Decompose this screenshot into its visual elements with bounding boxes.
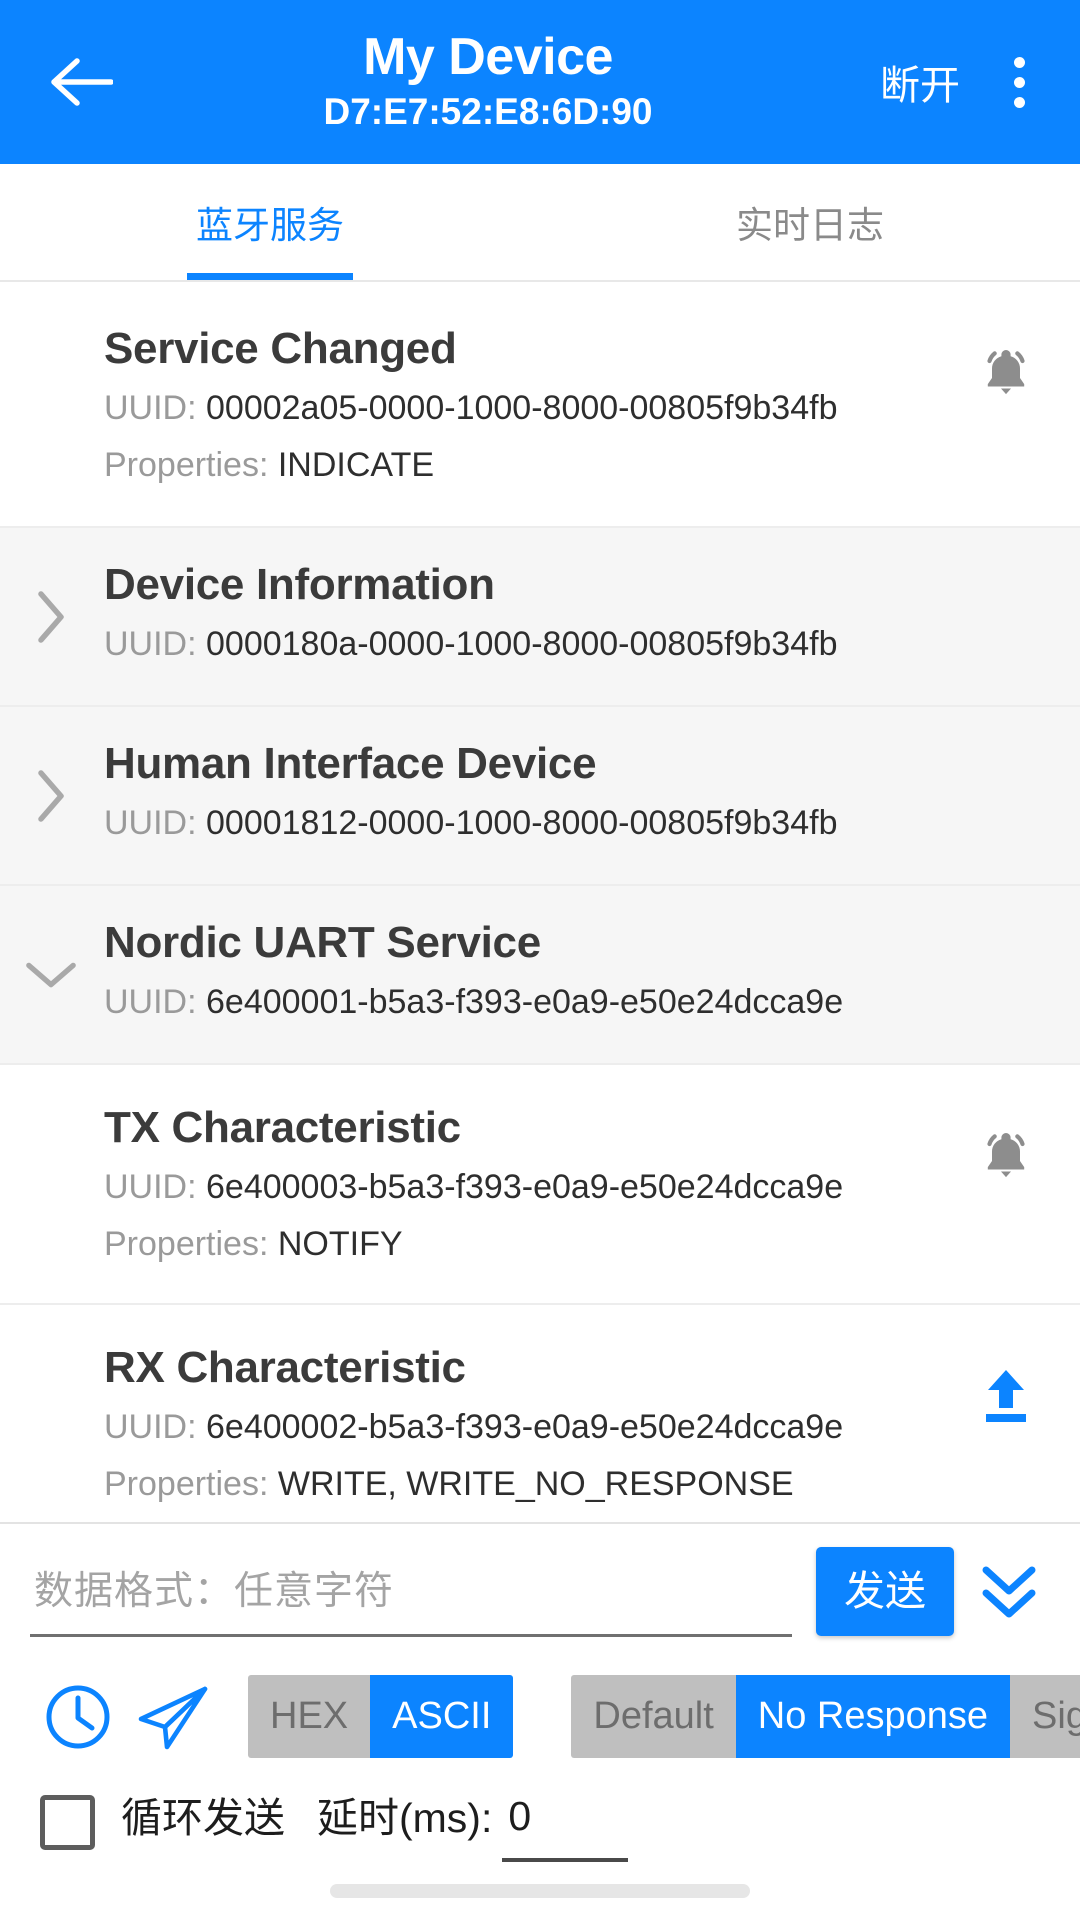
properties-value: WRITE, WRITE_NO_RESPONSE: [277, 1465, 794, 1504]
characteristic-name: TX Characteristic: [104, 1103, 461, 1153]
upload-icon: [986, 1370, 1026, 1423]
uuid-value: 6e400001-b5a3-f393-e0a9-e50e24dcca9e: [206, 982, 844, 1021]
data-input-field[interactable]: 数据格式：任意字符: [30, 1546, 792, 1637]
system-navigation-bar: [0, 1862, 1080, 1920]
write-mode-signed[interactable]: Signed: [1010, 1675, 1080, 1758]
tab-label: 蓝牙服务: [196, 205, 344, 246]
properties-label: Properties:: [104, 1225, 269, 1264]
properties-value: NOTIFY: [277, 1225, 403, 1264]
characteristic-name: Service Changed: [104, 324, 457, 373]
overflow-menu-button[interactable]: [984, 34, 1054, 130]
write-mode-default[interactable]: Default: [571, 1675, 736, 1758]
composer-option-row: 循环发送 延时(ms): 0: [0, 1775, 1080, 1862]
gatt-list[interactable]: Service Changed UUID: 00002a05-0000-1000…: [0, 282, 1080, 1522]
arrow-left-icon: [51, 58, 113, 106]
chevron-right-icon: [38, 591, 64, 643]
service-uuid-line: UUID: 00001812-0000-1000-8000-00805f9b34…: [104, 799, 1046, 848]
uuid-label: UUID:: [104, 982, 197, 1021]
composer-input-row: 数据格式：任意字符 发送: [0, 1524, 1080, 1653]
list-item[interactable]: RX Characteristic UUID: 6e400002-b5a3-f3…: [0, 1305, 1080, 1522]
expand-toggle[interactable]: [24, 590, 78, 644]
list-item[interactable]: Human Interface Device UUID: 00001812-00…: [0, 707, 1080, 887]
chevron-right-icon: [38, 769, 64, 822]
write-mode-segmented-control: Default No Response Signed: [571, 1675, 1080, 1758]
history-button[interactable]: [30, 1669, 126, 1765]
list-item[interactable]: TX Characteristic UUID: 6e400003-b5a3-f3…: [0, 1065, 1080, 1306]
service-name: Device Information: [104, 560, 495, 610]
collapse-toggle[interactable]: [24, 948, 78, 1002]
tab-realtime-log[interactable]: 实时日志: [540, 164, 1080, 280]
format-option-ascii[interactable]: ASCII: [370, 1675, 514, 1758]
delay-label: 延时(ms):: [317, 1794, 493, 1841]
expand-composer-button[interactable]: [966, 1548, 1052, 1634]
app-screen: My Device D7:E7:52:E8:6D:90 断开 蓝牙服务 实时日志…: [0, 0, 1080, 1920]
uuid-value: 00002a05-0000-1000-8000-00805f9b34fb: [206, 388, 838, 427]
more-vertical-icon: [1013, 76, 1025, 88]
uuid-label: UUID:: [104, 388, 197, 427]
title-block: My Device D7:E7:52:E8:6D:90: [110, 29, 866, 135]
characteristic-name: RX Characteristic: [104, 1343, 466, 1393]
list-item[interactable]: Device Information UUID: 0000180a-0000-1…: [0, 528, 1080, 708]
uuid-value: 6e400003-b5a3-f393-e0a9-e50e24dcca9e: [206, 1167, 844, 1206]
service-uuid-line: UUID: 6e400001-b5a3-f393-e0a9-e50e24dcca…: [104, 978, 1046, 1027]
properties-value: INDICATE: [277, 445, 435, 484]
format-option-hex[interactable]: HEX: [248, 1675, 371, 1758]
data-format-segmented-control: HEX ASCII: [248, 1675, 514, 1758]
tab-bluetooth-services[interactable]: 蓝牙服务: [0, 164, 540, 280]
write-mode-no-response[interactable]: No Response: [735, 1675, 1011, 1758]
uuid-value: 6e400002-b5a3-f393-e0a9-e50e24dcca9e: [206, 1408, 844, 1447]
expand-toggle[interactable]: [24, 769, 78, 823]
properties-label: Properties:: [104, 1465, 269, 1504]
quick-send-button[interactable]: [126, 1669, 222, 1765]
chevron-down-icon: [26, 962, 76, 987]
service-name: Human Interface Device: [104, 739, 597, 789]
uuid-label: UUID:: [104, 1408, 197, 1447]
list-item[interactable]: Nordic UART Service UUID: 6e400001-b5a3-…: [0, 886, 1080, 1066]
characteristic-uuid-line: UUID: 6e400002-b5a3-f393-e0a9-e50e24dcca…: [104, 1403, 1046, 1452]
tab-bar: 蓝牙服务 实时日志: [0, 164, 1080, 282]
characteristic-uuid-line: UUID: 6e400003-b5a3-f393-e0a9-e50e24dcca…: [104, 1163, 1046, 1212]
bell-ring-icon: [987, 1133, 1025, 1178]
gesture-pill: [330, 1884, 750, 1898]
loop-send-label: 循环发送: [121, 1794, 285, 1841]
list-item[interactable]: Service Changed UUID: 00002a05-0000-1000…: [0, 282, 1080, 529]
uuid-label: UUID:: [104, 1167, 197, 1206]
characteristic-properties-line: Properties: INDICATE: [104, 441, 1046, 490]
characteristic-uuid-line: UUID: 00002a05-0000-1000-8000-00805f9b34…: [104, 384, 1046, 433]
data-input-placeholder: 数据格式：任意字符: [34, 1569, 395, 1613]
loop-send-checkbox[interactable]: [40, 1794, 95, 1850]
disconnect-button[interactable]: 断开: [866, 43, 974, 121]
double-chevron-down-icon: [982, 1566, 1036, 1618]
composer-panel: 数据格式：任意字符 发送 HEX ASCII Default No Respon…: [0, 1521, 1080, 1862]
notify-toggle-button[interactable]: [968, 334, 1044, 410]
properties-label: Properties:: [104, 445, 269, 484]
uuid-label: UUID:: [104, 803, 197, 842]
write-button[interactable]: [968, 1357, 1044, 1433]
paper-plane-icon: [138, 1686, 208, 1749]
device-mac-address: D7:E7:52:E8:6D:90: [323, 90, 653, 132]
send-button[interactable]: 发送: [816, 1546, 954, 1636]
characteristic-properties-line: Properties: WRITE, WRITE_NO_RESPONSE: [104, 1460, 1046, 1509]
more-vertical-icon: [1013, 56, 1025, 68]
notify-toggle-button[interactable]: [968, 1117, 1044, 1193]
delay-input[interactable]: 0: [502, 1789, 629, 1862]
tab-label: 实时日志: [736, 205, 884, 246]
service-name: Nordic UART Service: [104, 918, 541, 968]
page-title: My Device: [363, 27, 613, 86]
app-bar: My Device D7:E7:52:E8:6D:90 断开: [0, 0, 1080, 164]
uuid-value: 00001812-0000-1000-8000-00805f9b34fb: [206, 803, 838, 842]
characteristic-properties-line: Properties: NOTIFY: [104, 1220, 1046, 1269]
composer-tool-row: HEX ASCII Default No Response Signed: [0, 1653, 1080, 1775]
more-vertical-icon: [1013, 96, 1025, 108]
service-uuid-line: UUID: 0000180a-0000-1000-8000-00805f9b34…: [104, 620, 1046, 669]
bell-ring-icon: [987, 350, 1025, 395]
uuid-label: UUID:: [104, 624, 197, 663]
uuid-value: 0000180a-0000-1000-8000-00805f9b34fb: [206, 624, 838, 663]
clock-icon: [46, 1685, 110, 1749]
